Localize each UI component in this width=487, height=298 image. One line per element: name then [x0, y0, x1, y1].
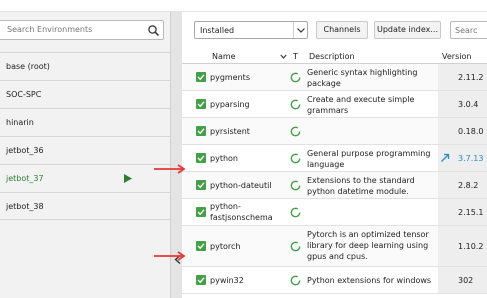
- version-cell: 3.7.13: [438, 145, 487, 171]
- table-row[interactable]: pyrsistent 0.18.0: [182, 118, 487, 145]
- installed-checkbox[interactable]: [196, 180, 206, 190]
- environment-name: SOC-SPC: [6, 90, 42, 99]
- environment-name: jetbot_37: [6, 174, 44, 183]
- version-cell: 2.8.2: [438, 172, 487, 198]
- environment-item[interactable]: jetbot_38: [0, 192, 170, 220]
- package-version: 2.15.1: [458, 208, 484, 217]
- installed-checkbox[interactable]: [196, 126, 206, 136]
- package-name: pyrsistent: [210, 127, 250, 136]
- version-cell: 2.11.2: [438, 64, 487, 90]
- version-cell: 0.18.0: [438, 118, 487, 144]
- status-ring-icon: [290, 207, 301, 218]
- version-cell: 1.10.2: [438, 226, 487, 266]
- status-ring-icon: [290, 99, 301, 110]
- version-cell: 2.15.1: [438, 199, 487, 225]
- package-description: Generic syntax highlighting package: [307, 68, 418, 88]
- environment-item-active[interactable]: jetbot_37: [0, 164, 170, 192]
- package-name: pygments: [210, 73, 250, 82]
- window-top-strip: [0, 0, 487, 12]
- package-version: 0.18.0: [458, 127, 484, 136]
- package-version: 3.0.4: [458, 100, 479, 109]
- environment-name: base (root): [6, 62, 50, 71]
- play-icon[interactable]: [124, 174, 132, 183]
- installed-checkbox[interactable]: [196, 72, 206, 82]
- package-name: pytorch: [210, 242, 241, 251]
- package-filter-value: Installed: [200, 26, 235, 35]
- table-header: Name T Description Version: [182, 50, 487, 64]
- package-name: pywin32: [210, 276, 244, 285]
- environment-search-placeholder: Search Environments: [7, 25, 93, 34]
- channels-button[interactable]: Channels: [316, 21, 368, 39]
- installed-checkbox[interactable]: [196, 207, 206, 217]
- packages-table: Name T Description Version pygments Gene…: [182, 50, 487, 294]
- package-version: 1.10.2: [458, 242, 484, 251]
- environment-item[interactable]: SOC-SPC: [0, 80, 170, 108]
- package-name: python-dateutil: [210, 181, 272, 190]
- table-row[interactable]: python-fastjsonschema 2.15.1: [182, 199, 487, 226]
- environment-search-input[interactable]: Search Environments: [0, 20, 164, 40]
- status-ring-icon: [290, 72, 301, 83]
- package-description: Python extensions for windows: [307, 276, 432, 285]
- table-row[interactable]: pytorch Pytorch is an optimized tensor l…: [182, 226, 487, 267]
- table-row[interactable]: pyparsing Create and execute simple gram…: [182, 91, 487, 118]
- package-description: Extensions to the standard python dateti…: [307, 176, 415, 196]
- package-search-input[interactable]: Searc: [450, 21, 487, 39]
- chevron-down-icon[interactable]: [293, 22, 307, 38]
- environment-list: base (root) SOC-SPC hinarin jetbot_36 je…: [0, 52, 170, 220]
- column-header-type[interactable]: T: [293, 52, 298, 61]
- status-ring-icon: [290, 180, 301, 191]
- status-ring-icon: [290, 241, 301, 252]
- search-icon[interactable]: [147, 24, 160, 37]
- installed-checkbox[interactable]: [196, 99, 206, 109]
- package-name: python: [210, 154, 238, 163]
- environment-name: jetbot_38: [6, 202, 44, 211]
- package-version: 2.11.2: [458, 73, 484, 82]
- package-filter-select[interactable]: Installed: [194, 21, 308, 39]
- column-header-version[interactable]: Version: [442, 52, 471, 61]
- column-header-name[interactable]: Name: [212, 52, 236, 61]
- package-version: 3.7.13: [458, 154, 484, 163]
- package-name: pyparsing: [210, 100, 250, 109]
- table-row[interactable]: pygments Generic syntax highlighting pac…: [182, 64, 487, 91]
- environment-item[interactable]: hinarin: [0, 108, 170, 136]
- package-version: 302: [458, 276, 474, 285]
- table-row[interactable]: python-dateutil Extensions to the standa…: [182, 172, 487, 199]
- package-version: 2.8.2: [458, 181, 479, 190]
- update-index-button[interactable]: Update index...: [374, 21, 441, 39]
- status-ring-icon: [290, 153, 301, 164]
- environments-panel: Search Environments base (root) SOC-SPC …: [0, 12, 170, 298]
- package-description: Pytorch is an optimized tensor library f…: [307, 230, 429, 261]
- installed-checkbox[interactable]: [196, 153, 206, 163]
- status-ring-icon: [290, 126, 301, 137]
- environment-item[interactable]: jetbot_36: [0, 136, 170, 164]
- table-row[interactable]: pywin32 Python extensions for windows 30…: [182, 267, 487, 294]
- update-arrow-icon[interactable]: [440, 153, 450, 163]
- version-cell: 302: [438, 267, 487, 293]
- package-description: General purpose programming language: [307, 149, 431, 169]
- installed-checkbox[interactable]: [196, 241, 206, 251]
- package-name: python-fastjsonschema: [210, 202, 273, 222]
- table-row[interactable]: python General purpose programming langu…: [182, 145, 487, 172]
- status-ring-icon: [290, 275, 301, 286]
- red-arrow-annotation: [154, 164, 186, 174]
- environment-item[interactable]: base (root): [0, 52, 170, 80]
- version-cell: 3.0.4: [438, 91, 487, 117]
- red-arrow-annotation: [154, 251, 186, 261]
- sort-chevron-icon[interactable]: [280, 53, 287, 60]
- environment-name: hinarin: [6, 118, 34, 127]
- environment-name: jetbot_36: [6, 146, 44, 155]
- column-header-description[interactable]: Description: [309, 52, 355, 61]
- packages-panel: Installed Channels Update index... Searc…: [182, 12, 487, 298]
- package-description: Create and execute simple grammars: [307, 95, 415, 115]
- installed-checkbox[interactable]: [196, 275, 206, 285]
- package-search-placeholder: Searc: [455, 26, 478, 35]
